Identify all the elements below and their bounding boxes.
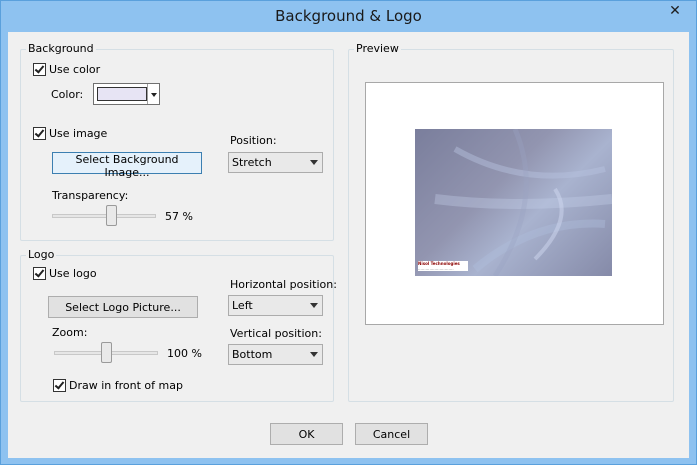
color-label: Color: <box>51 88 84 101</box>
horizontal-position-value: Left <box>232 299 253 312</box>
dialog-client: Background Use color Color: Use image Po… <box>8 32 689 458</box>
check-icon <box>33 267 46 280</box>
vertical-position-value: Bottom <box>232 348 273 361</box>
transparency-value: 57 % <box>165 210 193 223</box>
chevron-down-icon <box>310 303 318 308</box>
vertical-position-label: Vertical position: <box>230 327 322 340</box>
vertical-position-select[interactable]: Bottom <box>228 344 323 365</box>
cancel-button[interactable]: Cancel <box>355 423 428 445</box>
use-color-checkbox[interactable]: Use color <box>33 63 100 76</box>
dialog-window: Background & Logo ✕ Background Use color… <box>0 0 697 465</box>
draw-in-front-checkbox[interactable]: Draw in front of map <box>53 379 183 392</box>
close-icon: ✕ <box>669 3 681 19</box>
select-background-image-button[interactable]: Select Background Image... <box>52 152 202 179</box>
chevron-down-icon <box>310 160 318 165</box>
use-logo-label: Use logo <box>49 267 97 280</box>
use-image-checkbox[interactable]: Use image <box>33 127 107 140</box>
background-swirl-graphic <box>434 129 612 276</box>
close-button[interactable]: ✕ <box>661 2 689 21</box>
zoom-slider-thumb[interactable] <box>101 342 112 363</box>
ok-button[interactable]: OK <box>270 423 343 445</box>
logo-preview: Nisol Technologies .....................… <box>418 261 468 271</box>
use-image-label: Use image <box>49 127 108 140</box>
use-color-label: Use color <box>49 63 101 76</box>
position-value: Stretch <box>232 156 272 169</box>
transparency-slider[interactable] <box>52 205 156 227</box>
select-logo-picture-button[interactable]: Select Logo Picture... <box>48 296 198 318</box>
background-group-label: Background <box>26 42 96 55</box>
logo-group-label: Logo <box>26 248 57 261</box>
preview-group-label: Preview <box>354 42 401 55</box>
zoom-slider[interactable] <box>54 342 158 364</box>
zoom-value: 100 % <box>167 347 202 360</box>
logo-preview-subtitle: ............................ <box>418 266 454 271</box>
position-label: Position: <box>230 134 277 147</box>
color-picker[interactable] <box>93 83 160 105</box>
transparency-slider-thumb[interactable] <box>106 205 118 226</box>
preview-background-image: Nisol Technologies .....................… <box>415 129 612 276</box>
horizontal-position-label: Horizontal position: <box>230 278 337 291</box>
position-select[interactable]: Stretch <box>228 152 323 173</box>
zoom-label: Zoom: <box>52 326 88 339</box>
check-icon <box>53 379 66 392</box>
check-icon <box>33 63 46 76</box>
transparency-label: Transparency: <box>52 189 129 202</box>
window-title: Background & Logo <box>275 7 422 25</box>
color-swatch <box>97 87 147 101</box>
preview-canvas: Nisol Technologies .....................… <box>365 82 664 325</box>
title-bar[interactable]: Background & Logo ✕ <box>1 1 696 32</box>
chevron-down-icon <box>151 93 157 97</box>
horizontal-position-select[interactable]: Left <box>228 295 323 316</box>
use-logo-checkbox[interactable]: Use logo <box>33 267 97 280</box>
draw-in-front-label: Draw in front of map <box>69 379 183 392</box>
check-icon <box>33 127 46 140</box>
chevron-down-icon <box>310 352 318 357</box>
